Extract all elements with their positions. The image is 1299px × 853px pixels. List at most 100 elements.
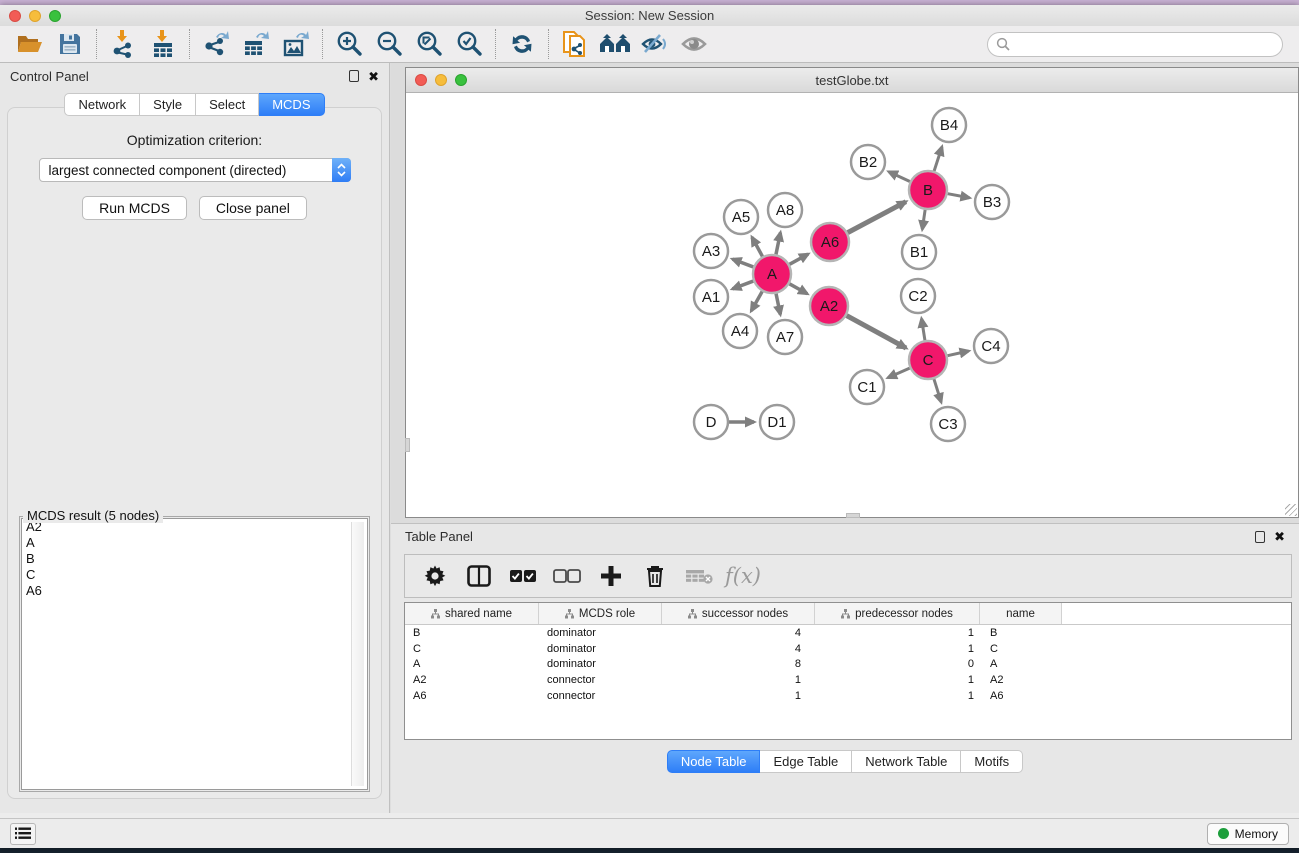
close-panel-icon[interactable]: ✖	[368, 70, 379, 83]
window-titlebar[interactable]: Session: New Session	[0, 5, 1299, 26]
hide-selected-icon[interactable]	[635, 28, 675, 60]
table-row[interactable]: Cdominator41C	[405, 641, 1291, 657]
import-table-icon[interactable]	[143, 28, 183, 60]
result-item[interactable]: A6	[22, 583, 367, 599]
gear-icon[interactable]	[413, 558, 457, 594]
task-history-button[interactable]	[10, 823, 36, 845]
edge-C-C1[interactable]	[888, 368, 910, 378]
tab-network-table[interactable]: Network Table	[852, 750, 961, 773]
float-panel-icon[interactable]	[349, 70, 359, 82]
edge-B-B3[interactable]	[948, 194, 970, 198]
search-input[interactable]	[987, 32, 1283, 57]
edge-A-A3[interactable]	[733, 259, 754, 267]
zoom-in-icon[interactable]	[329, 28, 369, 60]
edge-A-A5[interactable]	[752, 237, 762, 256]
node-A7[interactable]: A7	[768, 320, 802, 354]
tab-node-table[interactable]: Node Table	[667, 750, 761, 773]
result-scrollbar[interactable]	[351, 522, 364, 786]
edge-B-B2[interactable]	[889, 172, 910, 182]
result-item[interactable]: C	[22, 567, 367, 583]
zoom-out-icon[interactable]	[369, 28, 409, 60]
node-A8[interactable]: A8	[768, 193, 802, 227]
tab-select[interactable]: Select	[196, 93, 259, 116]
memory-button[interactable]: Memory	[1207, 823, 1289, 845]
edge-A-A7[interactable]	[776, 294, 780, 315]
node-A4[interactable]: A4	[723, 314, 757, 348]
tab-mcds[interactable]: MCDS	[259, 93, 324, 116]
edge-A-A8[interactable]	[776, 233, 780, 255]
node-B4[interactable]: B4	[932, 108, 966, 142]
node-B1[interactable]: B1	[902, 235, 936, 269]
vertical-scroll-thumb[interactable]	[405, 438, 410, 452]
result-item[interactable]: B	[22, 551, 367, 567]
export-table-icon[interactable]	[236, 28, 276, 60]
node-A5[interactable]: A5	[724, 200, 758, 234]
edge-A-A2[interactable]	[789, 284, 807, 294]
export-image-icon[interactable]	[276, 28, 316, 60]
table-row[interactable]: Bdominator41B	[405, 625, 1291, 641]
zoom-selected-icon[interactable]	[449, 28, 489, 60]
add-column-icon[interactable]	[589, 558, 633, 594]
table-row[interactable]: Adominator80A	[405, 657, 1291, 673]
result-item[interactable]: A	[22, 535, 367, 551]
save-session-icon[interactable]	[50, 28, 90, 60]
zoom-fit-icon[interactable]	[409, 28, 449, 60]
column-header-shared-name[interactable]: shared name	[405, 603, 539, 624]
edge-A-A6[interactable]	[790, 254, 809, 264]
select-all-checks-icon[interactable]	[501, 558, 545, 594]
edge-C-C2[interactable]	[922, 319, 925, 341]
node-A2[interactable]: A2	[810, 287, 848, 325]
delete-column-icon[interactable]	[633, 558, 677, 594]
node-C[interactable]: C	[909, 341, 947, 379]
network-window-titlebar[interactable]: testGlobe.txt	[406, 68, 1298, 93]
column-header-predecessor-nodes[interactable]: predecessor nodes	[815, 603, 980, 624]
column-header-successor-nodes[interactable]: successor nodes	[662, 603, 815, 624]
close-panel-button[interactable]: Close panel	[199, 196, 307, 220]
node-A[interactable]: A	[753, 255, 791, 293]
node-C1[interactable]: C1	[850, 370, 884, 404]
import-network-icon[interactable]	[103, 28, 143, 60]
tab-edge-table[interactable]: Edge Table	[760, 750, 852, 773]
table-row[interactable]: A6connector11A6	[405, 688, 1291, 704]
node-C3[interactable]: C3	[931, 407, 965, 441]
node-D1[interactable]: D1	[760, 405, 794, 439]
table-row[interactable]: A2connector11A2	[405, 672, 1291, 688]
edge-B-B1[interactable]	[922, 210, 925, 229]
network-canvas[interactable]: AA1A2A3A4A5A6A7A8BB1B2B3B4CC1C2C3C4DD1	[406, 93, 1298, 517]
delete-table-icon[interactable]	[677, 558, 721, 594]
edge-B-B4[interactable]	[934, 147, 942, 171]
float-table-panel-icon[interactable]	[1255, 531, 1265, 543]
criterion-dropdown[interactable]: largest connected component (directed)	[39, 158, 351, 182]
node-A6[interactable]: A6	[811, 223, 849, 261]
edge-A2-C[interactable]	[847, 316, 906, 348]
node-table[interactable]: shared nameMCDS rolesuccessor nodesprede…	[404, 602, 1292, 740]
edge-A-A4[interactable]	[751, 291, 762, 311]
node-C2[interactable]: C2	[901, 279, 935, 313]
refresh-icon[interactable]	[502, 28, 542, 60]
open-file-icon[interactable]	[10, 28, 50, 60]
tab-network[interactable]: Network	[64, 93, 140, 116]
horizontal-scroll-thumb[interactable]	[846, 513, 860, 518]
edge-C-C3[interactable]	[934, 379, 941, 402]
tab-style[interactable]: Style	[140, 93, 196, 116]
tab-motifs[interactable]: Motifs	[961, 750, 1023, 773]
clear-checks-icon[interactable]	[545, 558, 589, 594]
export-network-icon[interactable]	[196, 28, 236, 60]
resize-grip-icon[interactable]	[1285, 504, 1297, 516]
node-B2[interactable]: B2	[851, 145, 885, 179]
split-columns-icon[interactable]	[457, 558, 501, 594]
column-header-name[interactable]: name	[980, 603, 1062, 624]
node-B[interactable]: B	[909, 171, 947, 209]
node-B3[interactable]: B3	[975, 185, 1009, 219]
clone-network-icon[interactable]	[555, 28, 595, 60]
mcds-result-list[interactable]: A2ABCA6	[21, 518, 368, 790]
edge-A6-B[interactable]	[848, 202, 906, 233]
node-A1[interactable]: A1	[694, 280, 728, 314]
show-all-icon[interactable]	[675, 28, 715, 60]
function-builder-icon[interactable]: f(x)	[721, 558, 765, 594]
close-table-panel-icon[interactable]: ✖	[1274, 530, 1285, 543]
node-D[interactable]: D	[694, 405, 728, 439]
edge-A-A1[interactable]	[733, 281, 754, 289]
column-header-MCDS-role[interactable]: MCDS role	[539, 603, 662, 624]
edge-C-C4[interactable]	[948, 351, 969, 356]
